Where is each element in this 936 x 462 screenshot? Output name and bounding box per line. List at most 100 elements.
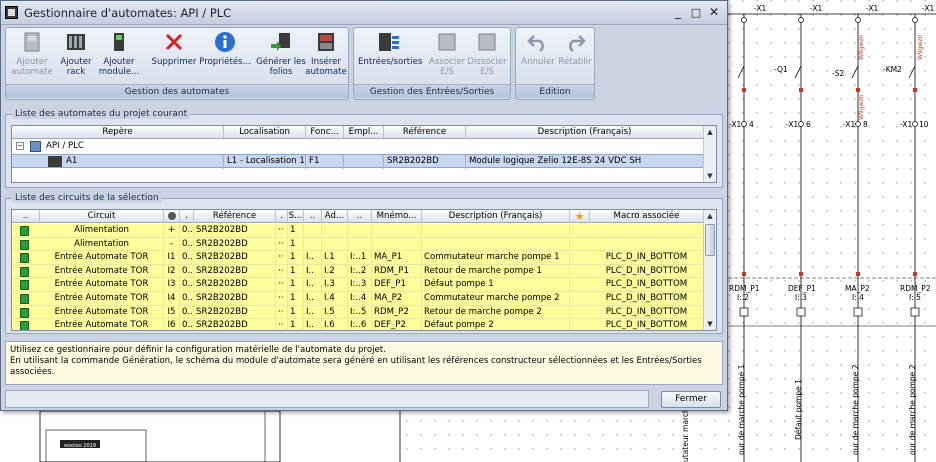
add-rack-button[interactable]: Ajouter rack bbox=[56, 30, 96, 77]
circuit-addr: I.3 bbox=[322, 278, 348, 292]
col-c9[interactable]: .. bbox=[348, 210, 372, 223]
vertical-label: utateur march bbox=[681, 408, 690, 462]
scroll-down-icon[interactable]: ▼ bbox=[704, 170, 716, 182]
plc-input-addr: I:.5 bbox=[909, 293, 921, 302]
group-plc-management: Ajouter automate Ajouter rack Ajouter modul… bbox=[5, 27, 349, 100]
dissociate-io-button[interactable]: Dissocier E/S bbox=[466, 30, 508, 77]
properties-button[interactable]: Propriétés... bbox=[198, 30, 252, 67]
col-c7[interactable]: .. bbox=[304, 210, 322, 223]
collapse-icon[interactable]: − bbox=[16, 142, 24, 150]
circuit-type: I.. bbox=[304, 251, 322, 265]
col-c5[interactable]: . bbox=[276, 210, 288, 223]
table-row[interactable]: Entrée Automate TORI30...SR2B202BD··1I..… bbox=[12, 278, 716, 292]
generate-sheets-button[interactable]: Générer les folios bbox=[256, 30, 306, 77]
insert-plc-icon bbox=[318, 33, 334, 51]
circuit-grid-scrollbar[interactable]: ▲ ▼ bbox=[703, 210, 716, 330]
inputs-outputs-button[interactable]: Entrées/sorties bbox=[358, 30, 422, 67]
table-row[interactable]: Alimentation+0...SR2B202BD··1 bbox=[12, 224, 716, 238]
circuit-macro: PLC_D_IN_BOTTOM bbox=[590, 305, 704, 320]
circuit-addr: I.2 bbox=[322, 264, 348, 279]
help-line-1: Utilisez ce gestionnaire pour définir la… bbox=[10, 345, 386, 355]
close-button[interactable]: Fermer bbox=[661, 391, 721, 408]
group-label: Gestion des automates bbox=[6, 84, 348, 98]
vertical-label: our de marche pompe 1 bbox=[737, 364, 746, 455]
scroll-down-icon[interactable]: ▼ bbox=[704, 318, 716, 330]
circuit-grid-header: .. Circuit . Référence . S... .. Ad... .… bbox=[12, 210, 716, 223]
col-description[interactable]: Description (Français) bbox=[466, 126, 704, 139]
circuit-macro: PLC_D_IN_BOTTOM bbox=[590, 319, 704, 330]
redo-button[interactable]: Rétablir bbox=[556, 30, 594, 67]
col-macro[interactable]: Macro associée bbox=[590, 210, 704, 223]
col-dots[interactable]: .. bbox=[12, 210, 40, 223]
plc-manager-dialog[interactable]: Gestionnaire d'automates: API / PLC _ □ … bbox=[0, 0, 728, 411]
col-address[interactable]: Ad... bbox=[322, 210, 348, 223]
circuit-macro: PLC_D_IN_BOTTOM bbox=[590, 264, 704, 279]
circuit-addr bbox=[322, 237, 348, 252]
star-icon[interactable]: ★ bbox=[570, 210, 590, 223]
table-row[interactable]: Alimentation-0...SR2B202BD··1 bbox=[12, 237, 716, 252]
io-icon-cell bbox=[20, 280, 29, 291]
col-c3[interactable]: . bbox=[180, 210, 194, 223]
col-localisation[interactable]: Localisation bbox=[224, 126, 306, 139]
circuit-addr: I.6 bbox=[322, 319, 348, 330]
add-plc-button[interactable]: Ajouter automate bbox=[10, 30, 54, 77]
circuit-slot: 0... bbox=[180, 237, 194, 252]
maximize-button[interactable]: □ bbox=[687, 4, 705, 21]
circuit-grid[interactable]: .. Circuit . Référence . S... .. Ad... .… bbox=[11, 209, 717, 331]
plc-folder-icon bbox=[30, 141, 41, 152]
plc-input-name: DEF_P1 bbox=[788, 284, 816, 293]
close-window-button[interactable]: ✕ bbox=[705, 4, 723, 21]
terminal-label: -X1 bbox=[729, 120, 741, 129]
plc-fonction: F1 bbox=[306, 155, 344, 169]
io-icon bbox=[379, 33, 399, 51]
circuit-id: I4 bbox=[164, 292, 180, 306]
plc-row-selected[interactable]: A1 L1 - Localisation 1 F1 SR2B202BD Modu… bbox=[12, 154, 716, 169]
circuit-s: 1 bbox=[288, 224, 304, 238]
ribbon: Ajouter automate Ajouter rack Ajouter modul… bbox=[5, 27, 723, 100]
plc-grid-scrollbar[interactable]: ▲ ▼ bbox=[703, 126, 716, 182]
col-emplacement[interactable]: Empl... bbox=[344, 126, 384, 139]
col-reference[interactable]: Référence bbox=[194, 210, 276, 223]
minimize-button[interactable]: _ bbox=[669, 4, 687, 21]
col-repere[interactable]: Repère bbox=[12, 126, 224, 139]
circuit-s: 1 bbox=[288, 251, 304, 265]
col-reference[interactable]: Référence bbox=[384, 126, 466, 139]
add-plc-icon bbox=[24, 32, 40, 52]
undo-button[interactable]: Annuler bbox=[518, 30, 558, 67]
plc-reference: SR2B202BD bbox=[384, 155, 466, 169]
circuit-description bbox=[422, 224, 570, 238]
circuit-description: Commutateur marche pompe 1 bbox=[422, 251, 570, 265]
add-module-button[interactable]: Ajouter module... bbox=[96, 30, 142, 77]
plc-list-section: Liste des automates du projet courant Re… bbox=[5, 109, 723, 188]
col-circuit[interactable]: Circuit bbox=[40, 210, 164, 223]
col-fonction[interactable]: Fonc... bbox=[306, 126, 344, 139]
table-row[interactable]: Entrée Automate TORI60...SR2B202BD··1I..… bbox=[12, 319, 716, 330]
circuit-type bbox=[304, 224, 322, 238]
circuit-macro: PLC_D_IN_BOTTOM bbox=[590, 278, 704, 292]
circuit-addr2: I:..5 bbox=[348, 305, 372, 320]
plc-grid[interactable]: Repère Localisation Fonc... Empl... Réfé… bbox=[11, 125, 717, 183]
col-mnemonic[interactable]: Mnémo... bbox=[372, 210, 422, 223]
scroll-up-icon[interactable]: ▲ bbox=[704, 210, 716, 222]
table-row[interactable]: Entrée Automate TORI50...SR2B202BD··1I..… bbox=[12, 305, 716, 320]
row-dots: ·· bbox=[276, 251, 288, 265]
col-icon[interactable] bbox=[164, 210, 180, 223]
col-description[interactable]: Description (Français) bbox=[422, 210, 570, 223]
associate-io-button[interactable]: Associer E/S bbox=[428, 30, 466, 77]
scroll-up-icon[interactable]: ▲ bbox=[704, 126, 716, 138]
app-icon bbox=[5, 6, 18, 19]
title-bar[interactable]: Gestionnaire d'automates: API / PLC _ □ … bbox=[1, 1, 727, 25]
insert-plc-button[interactable]: Insérer automate bbox=[304, 30, 348, 77]
row-dots: ·· bbox=[276, 278, 288, 292]
table-row[interactable]: Entrée Automate TORI20...SR2B202BD··1I..… bbox=[12, 264, 716, 279]
circuit-reference: SR2B202BD bbox=[194, 237, 276, 252]
col-s[interactable]: S... bbox=[288, 210, 304, 223]
table-row[interactable]: Entrée Automate TORI40...SR2B202BD··1I..… bbox=[12, 292, 716, 306]
tree-root-row[interactable]: − API / PLC bbox=[12, 140, 716, 154]
window-title: Gestionnaire d'automates: API / PLC bbox=[24, 6, 232, 20]
circuit-type: I.. bbox=[304, 278, 322, 292]
table-row[interactable]: Entrée Automate TORI10...SR2B202BD··1I..… bbox=[12, 251, 716, 265]
terminal-label: -X1 bbox=[786, 120, 798, 129]
scroll-thumb[interactable] bbox=[705, 224, 715, 256]
delete-button[interactable]: Supprimer bbox=[150, 30, 198, 67]
